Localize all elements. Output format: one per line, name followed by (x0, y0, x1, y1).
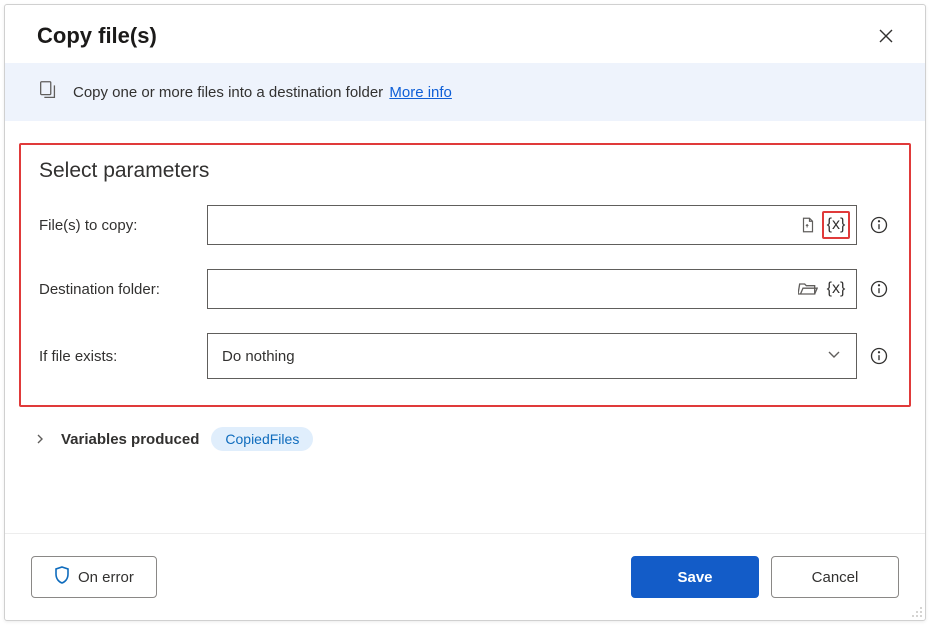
info-icon-exists[interactable] (867, 344, 891, 368)
parameters-section: Select parameters File(s) to copy: {x} (19, 143, 911, 407)
section-heading: Select parameters (39, 159, 891, 183)
file-picker-icon[interactable] (794, 211, 822, 239)
destination-input-wrap: {x} (207, 269, 857, 309)
insert-variable-button-files[interactable]: {x} (822, 211, 850, 239)
on-error-button[interactable]: On error (31, 556, 157, 598)
shield-icon (54, 566, 70, 588)
more-info-link[interactable]: More info (389, 84, 452, 101)
title-bar: Copy file(s) (5, 5, 925, 63)
info-icon-files[interactable] (867, 213, 891, 237)
save-button[interactable]: Save (631, 556, 759, 598)
on-error-label: On error (78, 569, 134, 586)
field-label-files: File(s) to copy: (39, 217, 207, 234)
field-if-file-exists: If file exists: Do nothing (39, 333, 891, 379)
field-control-files: {x} (207, 205, 891, 245)
files-to-copy-input[interactable] (220, 216, 794, 235)
destination-folder-input[interactable] (220, 280, 794, 299)
insert-variable-button-destination[interactable]: {x} (822, 275, 850, 303)
variables-produced-label: Variables produced (61, 431, 199, 448)
chevron-right-icon (35, 431, 49, 448)
dialog-title: Copy file(s) (37, 23, 157, 49)
info-banner: Copy one or more files into a destinatio… (5, 63, 925, 121)
if-file-exists-select[interactable]: Do nothing (207, 333, 857, 379)
field-files-to-copy: File(s) to copy: {x} (39, 205, 891, 245)
field-control-destination: {x} (207, 269, 891, 309)
copy-files-dialog: Copy file(s) Copy one or more files into… (4, 4, 926, 621)
field-control-exists: Do nothing (207, 333, 891, 379)
files-input-wrap: {x} (207, 205, 857, 245)
cancel-button[interactable]: Cancel (771, 556, 899, 598)
banner-text-content: Copy one or more files into a destinatio… (73, 84, 383, 101)
variable-chip-copiedfiles[interactable]: CopiedFiles (211, 427, 313, 451)
resize-grip-icon[interactable] (909, 604, 923, 618)
field-destination-folder: Destination folder: {x} (39, 269, 891, 309)
variables-produced-row[interactable]: Variables produced CopiedFiles (5, 419, 925, 451)
select-value-exists: Do nothing (222, 348, 295, 365)
field-label-destination: Destination folder: (39, 281, 207, 298)
copy-icon (37, 79, 59, 105)
folder-picker-icon[interactable] (794, 275, 822, 303)
banner-text: Copy one or more files into a destinatio… (73, 84, 452, 101)
close-icon (878, 28, 894, 44)
close-button[interactable] (873, 23, 899, 49)
dialog-footer: On error Save Cancel (5, 533, 925, 620)
info-icon-destination[interactable] (867, 277, 891, 301)
field-label-exists: If file exists: (39, 348, 207, 365)
chevron-down-icon (826, 346, 842, 366)
